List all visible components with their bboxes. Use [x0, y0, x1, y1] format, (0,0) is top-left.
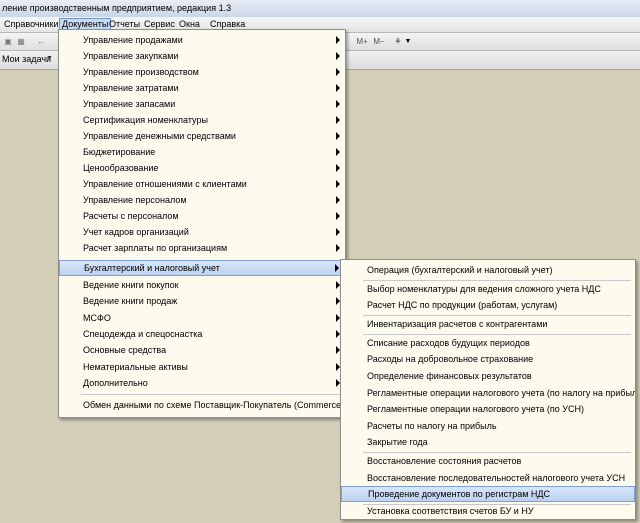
- menu-item-workwear[interactable]: Спецодежда и спецоснастка: [59, 326, 345, 342]
- submenu-item-year-closing[interactable]: Закрытие года: [341, 434, 635, 450]
- submenu-arrow-icon: [336, 164, 340, 172]
- menu-item-label: Сертификация номенклатуры: [83, 115, 208, 125]
- menu-item-fixed-assets[interactable]: Основные средства: [59, 342, 345, 358]
- submenu-item-operation[interactable]: Операция (бухгалтерский и налоговый учет…: [341, 262, 635, 278]
- submenu-item-account-mapping[interactable]: Установка соответствия счетов БУ и НУ: [341, 503, 635, 519]
- menu-item-label: Управление отношениями с клиентами: [83, 179, 247, 189]
- submenu-item-vat-registers-posting[interactable]: Проведение документов по регистрам НДС: [341, 486, 635, 502]
- menu-item-label: Ведение книги продаж: [83, 296, 178, 306]
- menu-item-intangible-assets[interactable]: Нематериальные активы: [59, 359, 345, 375]
- menu-item-costs[interactable]: Управление затратами: [59, 80, 345, 96]
- menu-item-pricing[interactable]: Ценообразование: [59, 160, 345, 176]
- tool-icon[interactable]: ⚘: [393, 35, 403, 48]
- menu-item-purchases[interactable]: Управление закупками: [59, 48, 345, 64]
- menu-item-budgeting[interactable]: Бюджетирование: [59, 144, 345, 160]
- menu-item-label: Управление запасами: [83, 99, 176, 109]
- menu-item-label: Основные средства: [83, 345, 167, 355]
- preview-icon[interactable]: ▦: [15, 35, 27, 48]
- submenu-item-deferred-expenses[interactable]: Списание расходов будущих периодов: [341, 335, 635, 351]
- menu-item-label: Обмен данными по схеме Поставщик-Покупат…: [83, 400, 345, 410]
- menu-item-hr-management[interactable]: Управление персоналом: [59, 192, 345, 208]
- menu-item-salary-calculation[interactable]: Расчет зарплаты по организациям: [59, 240, 345, 256]
- menu-item-label: Расчеты с персоналом: [83, 211, 179, 221]
- submenu-arrow-icon: [336, 132, 340, 140]
- accounting-submenu: Операция (бухгалтерский и налоговый учет…: [340, 259, 636, 520]
- menu-item-label: Управление продажами: [83, 35, 183, 45]
- menu-item-label: Расчет зарплаты по организациям: [83, 243, 228, 253]
- submenu-item-financial-results[interactable]: Определение финансовых результатов: [341, 368, 635, 384]
- menu-item-cash-management[interactable]: Управление денежными средствами: [59, 128, 345, 144]
- submenu-item-settlement-inventory[interactable]: Инвентаризация расчетов с контрагентами: [341, 316, 635, 332]
- menu-item-additional[interactable]: Дополнительно: [59, 375, 345, 391]
- submenu-item-tax-operations-usn[interactable]: Регламентные операции налогового учета (…: [341, 401, 635, 417]
- menu-item-commerceml-exchange[interactable]: Обмен данными по схеме Поставщик-Покупат…: [59, 397, 345, 413]
- menu-item-ifrs[interactable]: МСФО: [59, 310, 345, 326]
- submenu-item-vat-calculation[interactable]: Расчет НДС по продукции (работам, услуга…: [341, 297, 635, 313]
- menu-item-purchase-book[interactable]: Ведение книги покупок: [59, 277, 345, 293]
- submenu-item-restore-usn-sequences[interactable]: Восстановление последовательностей налог…: [341, 470, 635, 486]
- submenu-arrow-icon: [336, 36, 340, 44]
- menu-item-label: Ценообразование: [83, 163, 159, 173]
- submenu-arrow-icon: [336, 196, 340, 204]
- submenu-item-vat-items-selection[interactable]: Выбор номенклатуры для ведения сложного …: [341, 281, 635, 297]
- menu-item-certification[interactable]: Сертификация номенклатуры: [59, 112, 345, 128]
- submenu-item-profit-tax-calculations[interactable]: Расчеты по налогу на прибыль: [341, 418, 635, 434]
- back-icon[interactable]: ←: [36, 35, 46, 48]
- menu-item-label: Учет кадров организаций: [83, 227, 189, 237]
- menu-item-label: Дополнительно: [83, 378, 148, 388]
- menu-item-crm[interactable]: Управление отношениями с клиентами: [59, 176, 345, 192]
- menu-item-label: Управление закупками: [83, 51, 179, 61]
- menu-item-label: Управление производством: [83, 67, 199, 77]
- submenu-arrow-icon: [336, 100, 340, 108]
- menu-item-label: Нематериальные активы: [83, 362, 188, 372]
- menu-item-production[interactable]: Управление производством: [59, 64, 345, 80]
- submenu-arrow-icon: [336, 228, 340, 236]
- menu-separator: [81, 394, 341, 395]
- menu-item-label: Спецодежда и спецоснастка: [83, 329, 203, 339]
- menu-item-label: МСФО: [83, 313, 111, 323]
- submenu-arrow-icon: [336, 52, 340, 60]
- menu-item-accounting-tax[interactable]: Бухгалтерский и налоговый учет: [59, 260, 345, 276]
- submenu-item-tax-operations-profit[interactable]: Регламентные операции налогового учета (…: [341, 385, 635, 401]
- menu-item-sales-book[interactable]: Ведение книги продаж: [59, 293, 345, 309]
- submenu-arrow-icon: [336, 212, 340, 220]
- open-icon[interactable]: ▣: [2, 35, 14, 48]
- window-title: ление производственным предприятием, ред…: [0, 0, 640, 17]
- my-tasks-button[interactable]: Мои задачи: [2, 54, 51, 64]
- menu-item-payroll[interactable]: Расчеты с персоналом: [59, 208, 345, 224]
- submenu-arrow-icon: [336, 84, 340, 92]
- menu-item-hr-records[interactable]: Учет кадров организаций: [59, 224, 345, 240]
- submenu-item-voluntary-insurance[interactable]: Расходы на добровольное страхование: [341, 351, 635, 367]
- my-tasks-dropdown-icon[interactable]: ▼: [46, 55, 53, 62]
- submenu-arrow-icon: [336, 180, 340, 188]
- menu-references[interactable]: Справочники: [2, 18, 61, 31]
- memory-plus-button[interactable]: M+: [354, 35, 370, 48]
- submenu-arrow-icon: [336, 68, 340, 76]
- submenu-arrow-icon: [336, 244, 340, 252]
- menu-item-sales[interactable]: Управление продажами: [59, 32, 345, 48]
- submenu-arrow-icon: [335, 264, 339, 272]
- menu-item-inventory[interactable]: Управление запасами: [59, 96, 345, 112]
- menu-item-label: Бюджетирование: [83, 147, 156, 157]
- menu-item-label: Управление затратами: [83, 83, 179, 93]
- submenu-item-restore-settlements[interactable]: Восстановление состояния расчетов: [341, 453, 635, 469]
- menu-item-label: Ведение книги покупок: [83, 280, 179, 290]
- menu-item-label: Управление персоналом: [83, 195, 187, 205]
- submenu-arrow-icon: [336, 148, 340, 156]
- documents-menu: Управление продажами Управление закупкам…: [58, 29, 346, 418]
- toolbar-dropdown-icon[interactable]: ▼: [404, 35, 412, 48]
- menu-item-label: Бухгалтерский и налоговый учет: [84, 263, 220, 273]
- submenu-arrow-icon: [336, 116, 340, 124]
- memory-minus-button[interactable]: M−: [371, 35, 387, 48]
- menu-item-label: Управление денежными средствами: [83, 131, 236, 141]
